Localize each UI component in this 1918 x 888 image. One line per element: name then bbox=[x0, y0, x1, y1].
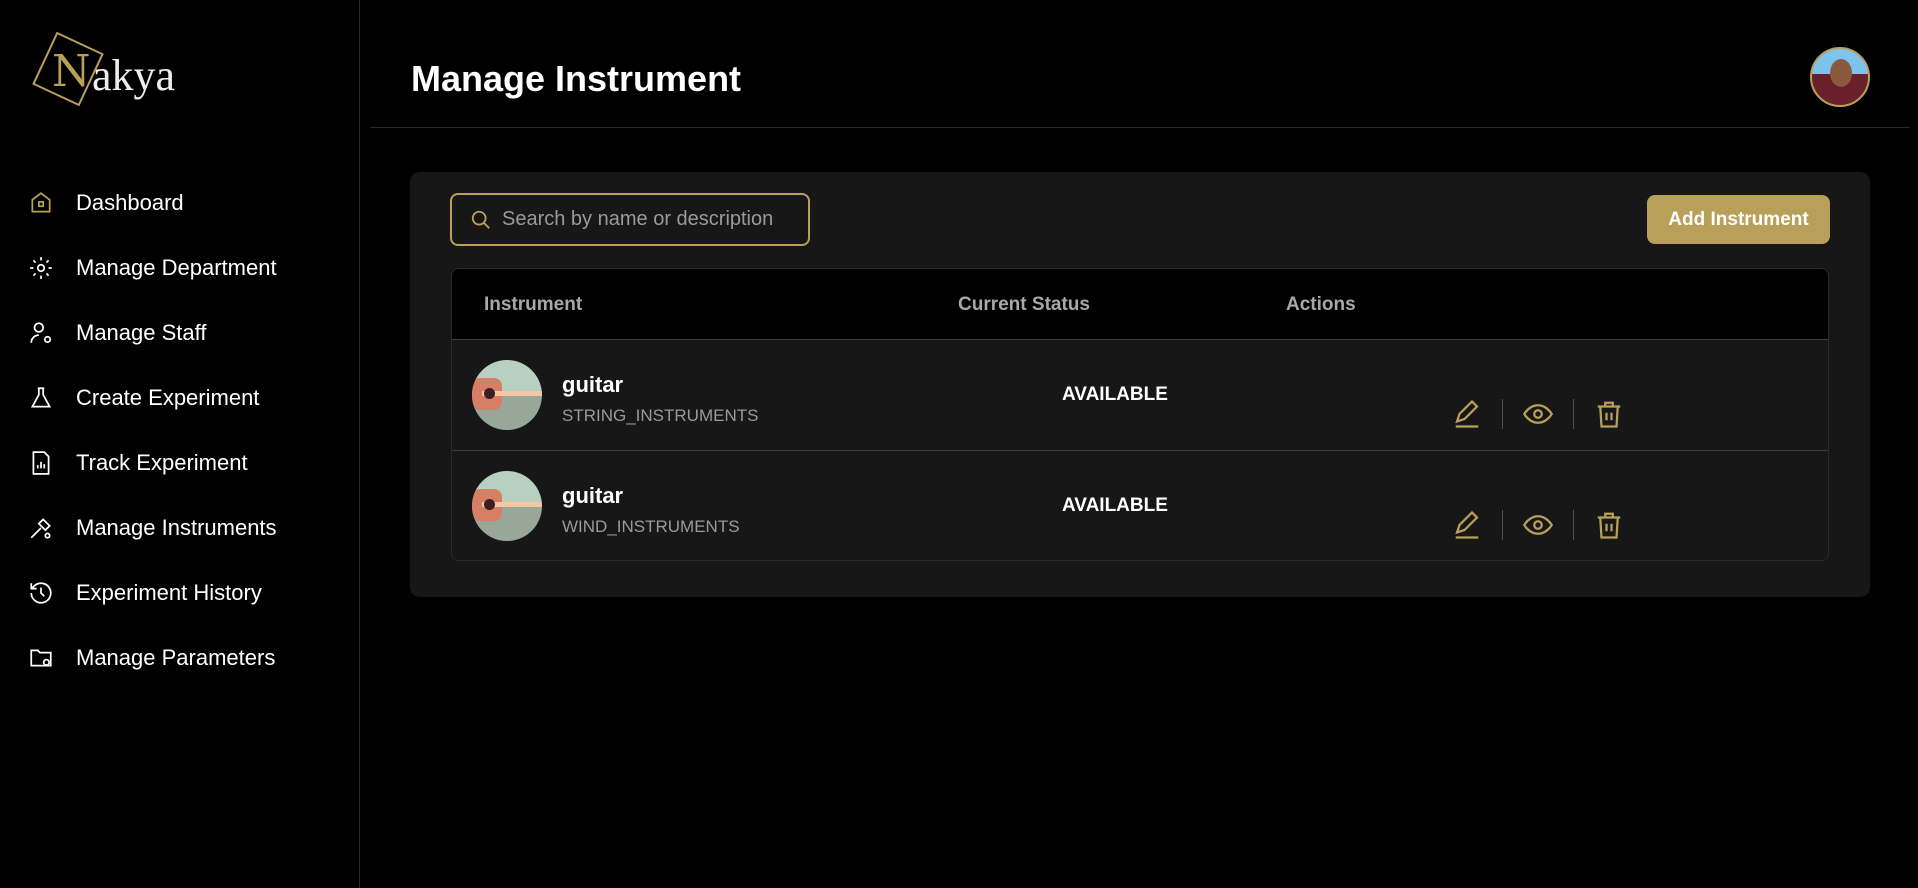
instrument-name: guitar bbox=[562, 483, 624, 508]
sidebar-item-manage-department[interactable]: Manage Department bbox=[0, 235, 360, 300]
instrument-table: Instrument Current Status Actions guitar… bbox=[451, 268, 1829, 561]
page-title: Manage Instrument bbox=[411, 58, 742, 99]
column-header-status: Current Status bbox=[958, 294, 1090, 315]
sidebar-item-label: Experiment History bbox=[76, 579, 262, 605]
header: Manage Instrument bbox=[370, 0, 1910, 128]
edit-icon[interactable] bbox=[1452, 398, 1482, 430]
sidebar-nav: Dashboard Manage Department Manage Staff… bbox=[0, 170, 360, 690]
sidebar-item-experiment-history[interactable]: Experiment History bbox=[0, 560, 360, 625]
table-row: guitar WIND_INSTRUMENTS AVAILABLE bbox=[452, 450, 1828, 560]
home-icon bbox=[31, 191, 51, 213]
status-badge: AVAILABLE bbox=[1062, 384, 1168, 405]
instrument-category: WIND_INSTRUMENTS bbox=[562, 517, 740, 536]
sidebar-item-label: Manage Parameters bbox=[76, 644, 276, 670]
sidebar-item-label: Manage Department bbox=[76, 254, 277, 280]
logo-initial: N bbox=[52, 46, 91, 97]
instrument-category: STRING_INSTRUMENTS bbox=[562, 406, 759, 425]
history-icon bbox=[30, 581, 52, 604]
sidebar-item-manage-staff[interactable]: Manage Staff bbox=[0, 300, 360, 365]
avatar-face bbox=[1830, 59, 1852, 87]
divider bbox=[1573, 510, 1574, 540]
instrument-name: guitar bbox=[562, 372, 624, 397]
sidebar-item-label: Create Experiment bbox=[76, 384, 260, 410]
search-box[interactable] bbox=[450, 193, 810, 246]
status-badge: AVAILABLE bbox=[1062, 495, 1168, 516]
instrument-panel: Add Instrument Instrument Current Status… bbox=[410, 172, 1870, 597]
eye-icon[interactable] bbox=[1523, 398, 1553, 430]
user-gear-icon bbox=[30, 321, 52, 343]
sidebar: Nakya Dashboard Manage Department Manage… bbox=[0, 0, 360, 888]
sidebar-item-label: Dashboard bbox=[76, 189, 184, 215]
instrument-image bbox=[472, 471, 542, 541]
row-actions bbox=[1452, 398, 1624, 430]
table-header: Instrument Current Status Actions bbox=[452, 269, 1828, 339]
sidebar-item-label: Manage Staff bbox=[76, 319, 207, 345]
nakya-logo[interactable]: Nakya bbox=[30, 28, 190, 108]
search-input[interactable] bbox=[502, 208, 802, 231]
folder-gear-icon bbox=[30, 649, 52, 666]
sidebar-item-track-experiment[interactable]: Track Experiment bbox=[0, 430, 360, 495]
sidebar-item-label: Track Experiment bbox=[76, 449, 248, 475]
column-header-instrument: Instrument bbox=[484, 294, 583, 315]
search-icon bbox=[471, 210, 490, 229]
row-actions bbox=[1452, 509, 1624, 541]
table-row: guitar STRING_INSTRUMENTS AVAILABLE bbox=[452, 339, 1828, 450]
trash-icon[interactable] bbox=[1594, 398, 1624, 430]
trash-icon[interactable] bbox=[1594, 509, 1624, 541]
add-instrument-button[interactable]: Add Instrument bbox=[1647, 195, 1830, 244]
eye-icon[interactable] bbox=[1523, 509, 1553, 541]
column-header-actions: Actions bbox=[1286, 294, 1356, 315]
file-chart-icon bbox=[32, 450, 50, 475]
divider bbox=[1573, 399, 1574, 429]
sidebar-item-dashboard[interactable]: Dashboard bbox=[0, 170, 360, 235]
sidebar-item-manage-instruments[interactable]: Manage Instruments bbox=[0, 495, 360, 560]
divider bbox=[1502, 510, 1503, 540]
edit-icon[interactable] bbox=[1452, 509, 1482, 541]
flask-icon bbox=[30, 386, 52, 408]
tools-icon bbox=[30, 517, 51, 539]
logo-text: akya bbox=[92, 51, 176, 100]
sidebar-item-label: Manage Instruments bbox=[76, 514, 277, 540]
instrument-image bbox=[472, 360, 542, 430]
gear-icon bbox=[30, 256, 52, 279]
avatar[interactable] bbox=[1810, 47, 1870, 107]
divider bbox=[1502, 399, 1503, 429]
sidebar-item-manage-parameters[interactable]: Manage Parameters bbox=[0, 625, 360, 690]
sidebar-item-create-experiment[interactable]: Create Experiment bbox=[0, 365, 360, 430]
